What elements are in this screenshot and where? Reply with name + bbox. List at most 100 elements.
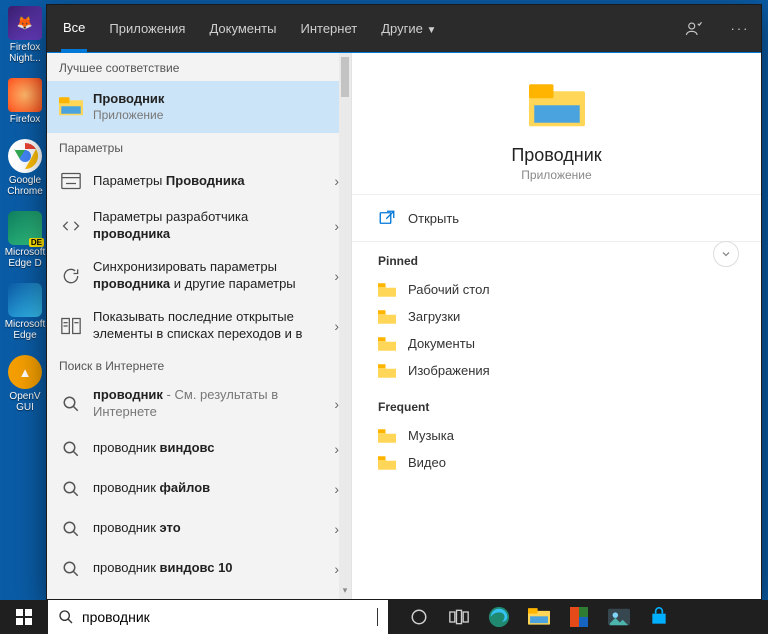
desktop-icon-firefox-nightly[interactable]: 🦊 Firefox Night...	[4, 6, 46, 64]
frequent-group: Frequent Музыка Видео	[352, 388, 761, 480]
taskbar-office[interactable]	[564, 602, 594, 632]
folder-icon	[378, 337, 396, 351]
desktop-icon-openvpn[interactable]: ▲ OpenV GUI	[4, 355, 46, 413]
file-explorer-icon	[529, 79, 585, 135]
pinned-header: Pinned	[378, 254, 735, 268]
tab-internet[interactable]: Интернет	[298, 7, 359, 50]
app-icon: 🦊	[8, 6, 42, 40]
web-result[interactable]: проводник это ›	[47, 509, 351, 549]
file-explorer-icon	[59, 95, 83, 119]
start-button[interactable]	[0, 600, 48, 634]
tab-all[interactable]: Все	[61, 6, 87, 52]
settings-result[interactable]: Показывать последние открытые элементы в…	[47, 301, 351, 351]
frequent-header: Frequent	[378, 400, 735, 414]
expand-actions-button[interactable]	[713, 241, 739, 267]
open-icon	[378, 209, 396, 227]
pinned-group: Pinned Рабочий стол Загрузки Документы И…	[352, 242, 761, 388]
app-icon: ▲	[8, 355, 42, 389]
cortana-button[interactable]	[404, 602, 434, 632]
folder-icon	[378, 283, 396, 297]
web-result[interactable]: проводник скачать на пк ›	[47, 589, 351, 599]
sync-icon	[59, 264, 83, 288]
open-action[interactable]: Открыть	[352, 195, 761, 242]
taskbar-pinned-apps	[394, 600, 684, 634]
pinned-item[interactable]: Документы	[378, 330, 735, 357]
more-options-button[interactable]: ···	[727, 16, 753, 42]
section-settings: Параметры	[47, 133, 351, 161]
preview-subtitle: Приложение	[521, 168, 591, 182]
app-icon	[8, 283, 42, 317]
settings-result[interactable]: Параметры Проводника ›	[47, 161, 351, 201]
desktop-icon-label: Google Chrome	[4, 175, 46, 197]
result-subtitle: Приложение	[93, 108, 339, 124]
chevron-right-icon: ›	[328, 218, 339, 234]
taskbar-store[interactable]	[644, 602, 674, 632]
text-caret	[377, 608, 378, 626]
search-icon	[59, 477, 83, 501]
settings-result[interactable]: Параметры разработчика проводника ›	[47, 201, 351, 251]
taskbar	[0, 600, 768, 634]
desktop-icon-edge-dev[interactable]: DE Microsoft Edge D	[4, 211, 46, 269]
open-label: Открыть	[408, 211, 459, 226]
desktop-icon-edge[interactable]: Microsoft Edge	[4, 283, 46, 341]
app-icon: DE	[8, 211, 42, 245]
folder-icon	[378, 310, 396, 324]
section-best-match: Лучшее соответствие	[47, 53, 351, 81]
results-scrollbar[interactable]: ▾	[339, 53, 351, 599]
folder-icon	[378, 364, 396, 378]
chevron-right-icon: ›	[328, 318, 339, 334]
settings-result[interactable]: Синхронизировать параметры проводника и …	[47, 251, 351, 301]
preview-title: Проводник	[511, 145, 601, 166]
desktop-icon-firefox[interactable]: Firefox	[4, 78, 46, 125]
app-icon	[8, 139, 42, 173]
taskbar-search-box[interactable]	[48, 600, 388, 634]
feedback-button[interactable]	[681, 16, 707, 42]
pinned-item[interactable]: Рабочий стол	[378, 276, 735, 303]
chevron-right-icon: ›	[328, 441, 339, 457]
section-web-search: Поиск в Интернете	[47, 351, 351, 379]
tab-documents[interactable]: Документы	[207, 7, 278, 50]
search-icon	[59, 517, 83, 541]
web-result[interactable]: проводник виндовс ›	[47, 429, 351, 469]
chevron-right-icon: ›	[328, 268, 339, 284]
result-best-match[interactable]: Проводник Приложение	[47, 81, 351, 133]
desktop-icon-label: Microsoft Edge	[4, 319, 46, 341]
chevron-right-icon: ›	[328, 173, 339, 189]
search-input[interactable]	[82, 609, 369, 625]
desktop-icon-label: Firefox Night...	[4, 42, 46, 64]
search-icon	[59, 557, 83, 581]
scrollbar-down-icon[interactable]: ▾	[339, 583, 351, 597]
tab-apps[interactable]: Приложения	[107, 7, 187, 50]
search-icon	[59, 437, 83, 461]
search-icon	[59, 392, 83, 416]
chevron-right-icon: ›	[328, 561, 339, 577]
scrollbar-thumb[interactable]	[341, 57, 349, 97]
desktop-icon-label: OpenV GUI	[4, 391, 46, 413]
web-result[interactable]: проводник - См. результаты в Интернете ›	[47, 379, 351, 429]
desktop-icons-column: 🦊 Firefox Night... Firefox Google Chrome…	[4, 6, 46, 413]
frequent-item[interactable]: Музыка	[378, 422, 735, 449]
taskbar-edge[interactable]	[484, 602, 514, 632]
pinned-item[interactable]: Изображения	[378, 357, 735, 384]
folder-icon	[378, 429, 396, 443]
web-result[interactable]: проводник файлов ›	[47, 469, 351, 509]
search-tabs-bar: Все Приложения Документы Интернет Другие…	[47, 5, 761, 53]
search-icon	[58, 609, 74, 625]
chevron-down-icon: ▼	[426, 25, 436, 36]
preview-pane: Проводник Приложение Открыть Pinned Рабо…	[352, 53, 761, 599]
task-view-button[interactable]	[444, 602, 474, 632]
chevron-right-icon: ›	[328, 521, 339, 537]
desktop-icon-chrome[interactable]: Google Chrome	[4, 139, 46, 197]
developer-icon	[59, 214, 83, 238]
frequent-item[interactable]: Видео	[378, 449, 735, 476]
desktop-icon-label: Firefox	[10, 114, 41, 125]
taskbar-file-explorer[interactable]	[524, 602, 554, 632]
web-result[interactable]: проводник виндовс 10 ›	[47, 549, 351, 589]
recent-items-icon	[59, 314, 83, 338]
results-list: Лучшее соответствие Проводник Приложение…	[47, 53, 352, 599]
tab-more[interactable]: Другие ▼	[379, 7, 438, 50]
chevron-right-icon: ›	[328, 481, 339, 497]
pinned-item[interactable]: Загрузки	[378, 303, 735, 330]
settings-window-icon	[59, 169, 83, 193]
taskbar-photos[interactable]	[604, 602, 634, 632]
